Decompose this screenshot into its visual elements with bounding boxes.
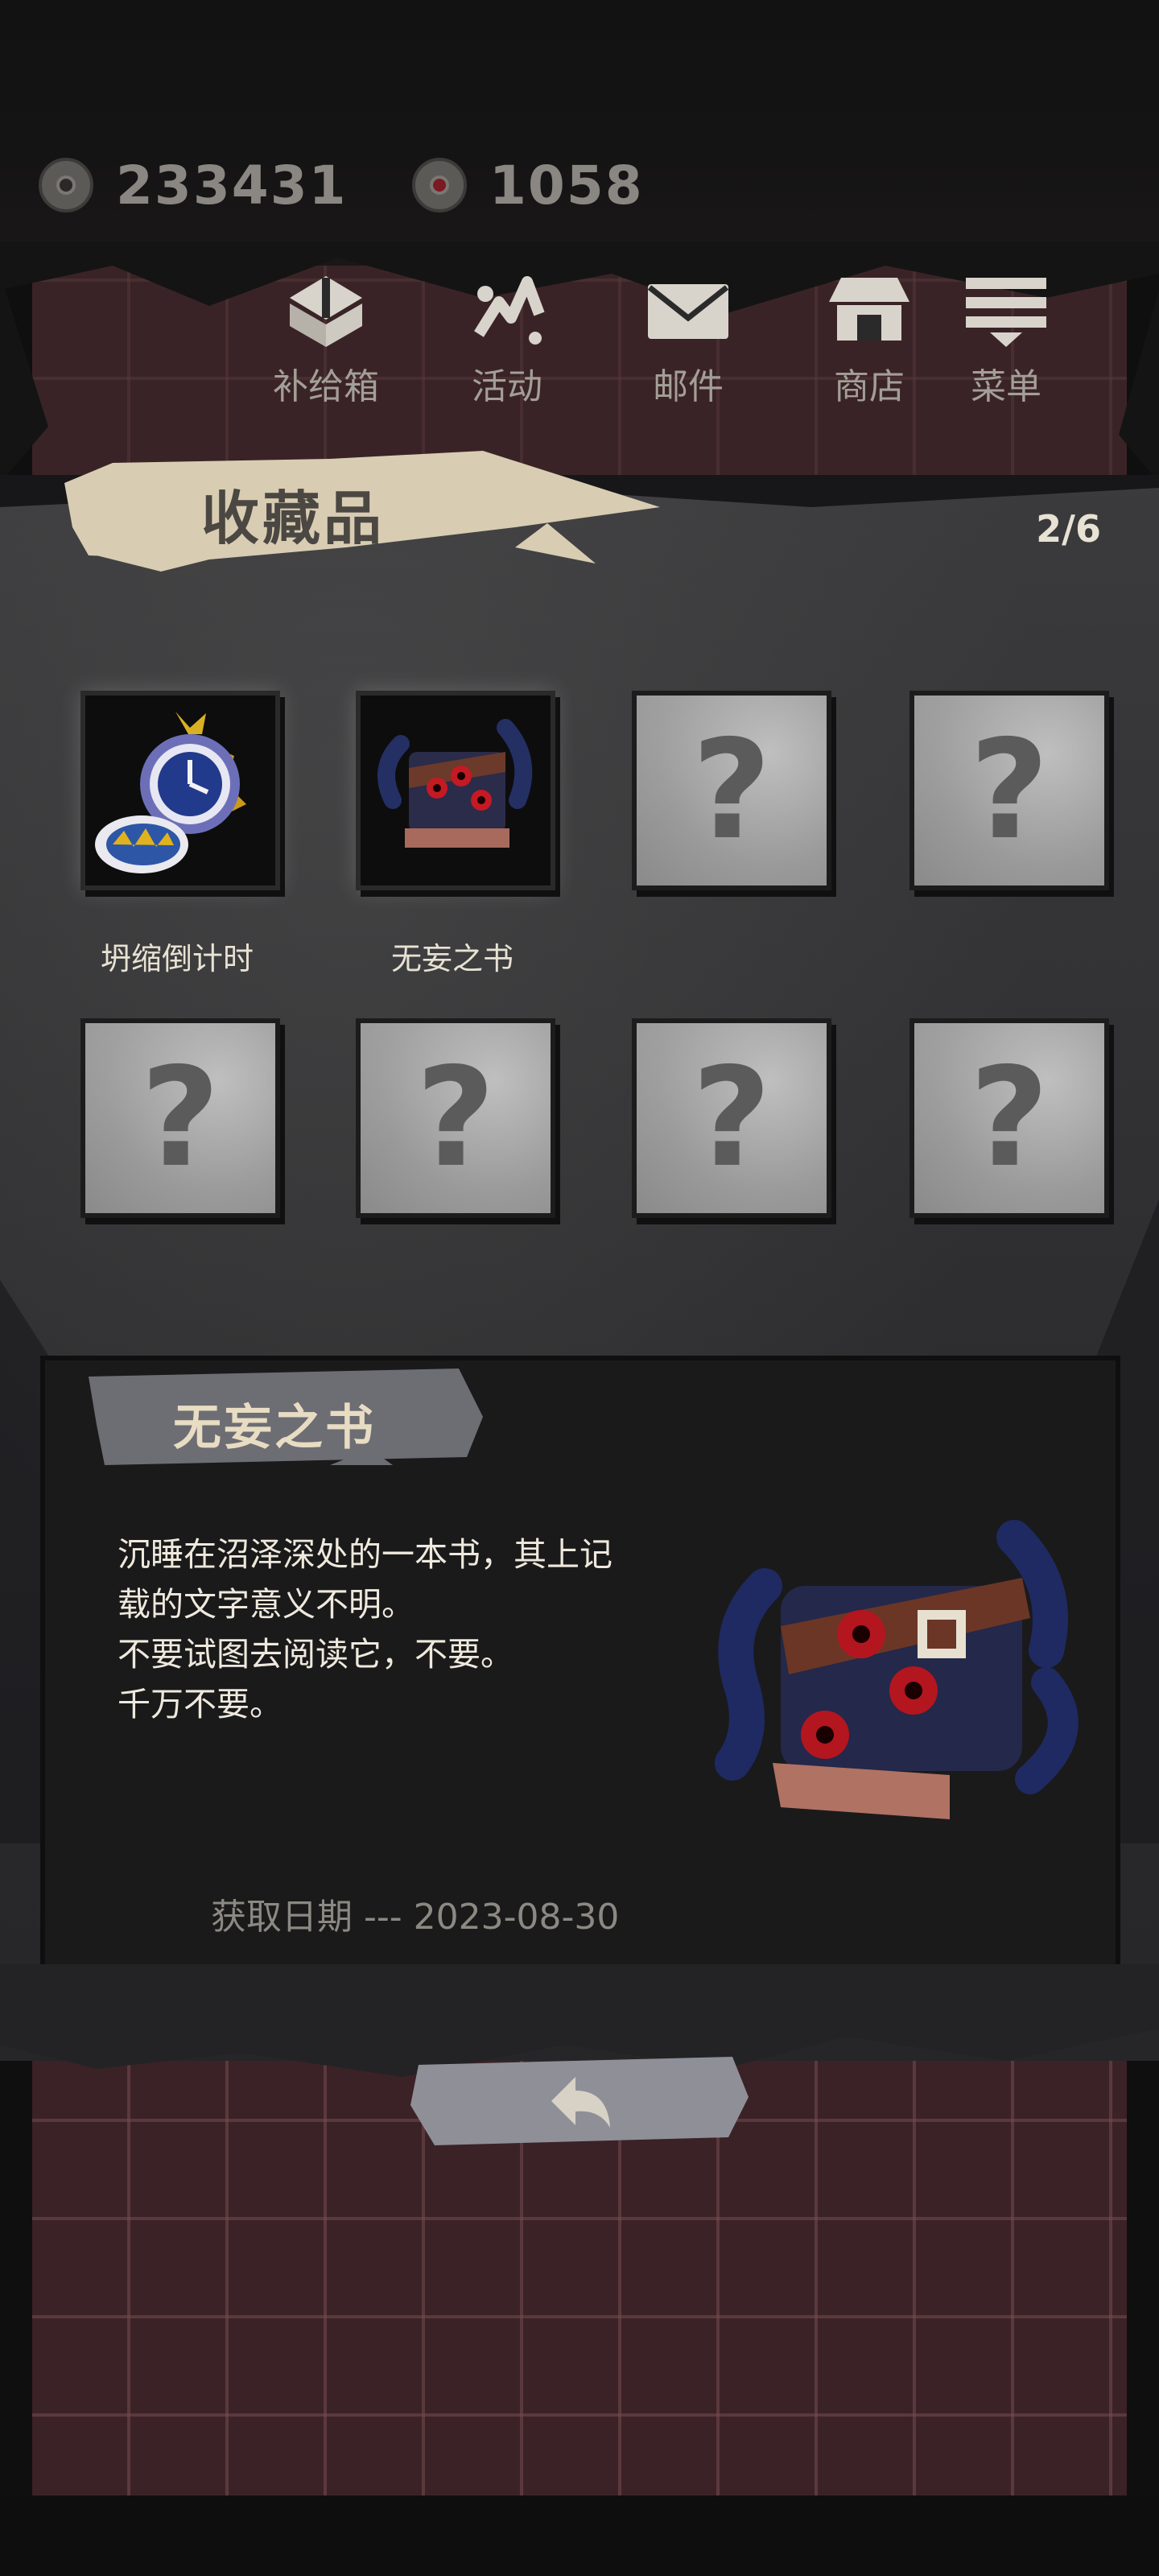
unknown-item-icon: ? <box>969 711 1050 870</box>
back-arrow-icon <box>551 2077 610 2128</box>
collection-slot-locked[interactable]: ? <box>356 1018 555 1218</box>
top-status-bar <box>0 0 1159 266</box>
red-eye-coin-icon <box>412 158 467 213</box>
bottom-edge <box>0 2496 1159 2576</box>
collection-slot-pocket-watch[interactable] <box>80 691 280 890</box>
activity-icon <box>459 266 555 354</box>
eye-coin-icon <box>39 158 93 213</box>
item-description: 沉睡在沼泽深处的一本书，其上记 载的文字意义不明。 不要试图去阅读它，不要。 千… <box>118 1530 681 1729</box>
collection-slot-tentacle-book[interactable] <box>356 691 555 890</box>
collection-slot-locked[interactable]: ? <box>909 691 1109 890</box>
coin-count: 233431 <box>116 154 348 217</box>
collection-slot-locked[interactable]: ? <box>632 691 831 890</box>
nav-activity[interactable]: 活动 <box>427 266 588 411</box>
pocket-watch-icon <box>95 712 246 873</box>
slot-label: 无妄之书 <box>390 941 514 976</box>
nav-label: 商店 <box>834 366 905 407</box>
tentacle-book-icon <box>377 719 533 848</box>
supply-box-icon <box>278 266 374 354</box>
currency-coins: 233431 <box>39 153 348 217</box>
description-line: 载的文字意义不明。 <box>118 1585 415 1624</box>
nav-label: 邮件 <box>653 366 724 407</box>
tentacle-book-icon <box>715 1520 1079 1819</box>
nav-label: 补给箱 <box>273 366 379 407</box>
description-line: 不要试图去阅读它，不要。 <box>118 1635 514 1674</box>
back-button[interactable] <box>539 2065 620 2137</box>
nav-label: 菜单 <box>971 366 1041 407</box>
description-line: 沉睡在沼泽深处的一本书，其上记 <box>118 1535 612 1574</box>
description-line: 千万不要。 <box>118 1685 283 1724</box>
collection-slot-locked[interactable]: ? <box>80 1018 280 1218</box>
collection-slot-locked[interactable]: ? <box>909 1018 1109 1218</box>
gem-count: 1058 <box>489 154 644 217</box>
acquired-date: 获取日期 --- 2023-08-30 <box>211 1897 620 1938</box>
menu-icon <box>958 266 1054 354</box>
nav-supply-box[interactable]: 补给箱 <box>245 266 406 411</box>
unknown-item-icon: ? <box>969 1038 1050 1198</box>
unknown-item-icon: ? <box>691 711 772 870</box>
slot-label: 坍缩倒计时 <box>100 941 254 976</box>
collection-title: 收藏品 <box>201 485 386 552</box>
collection-slot-locked[interactable]: ? <box>632 1018 831 1218</box>
unknown-item-icon: ? <box>140 1038 221 1198</box>
unknown-item-icon: ? <box>691 1038 772 1198</box>
nav-label: 活动 <box>472 366 542 407</box>
currency-gems: 1058 <box>412 153 644 217</box>
page-indicator: 2/6 <box>1036 507 1101 551</box>
unknown-item-icon: ? <box>415 1038 496 1198</box>
mail-icon <box>640 266 736 354</box>
nav-menu[interactable]: 菜单 <box>926 266 1087 411</box>
item-title: 无妄之书 <box>173 1400 376 1456</box>
nav-mail[interactable]: 邮件 <box>608 266 769 411</box>
shop-icon <box>821 266 918 354</box>
